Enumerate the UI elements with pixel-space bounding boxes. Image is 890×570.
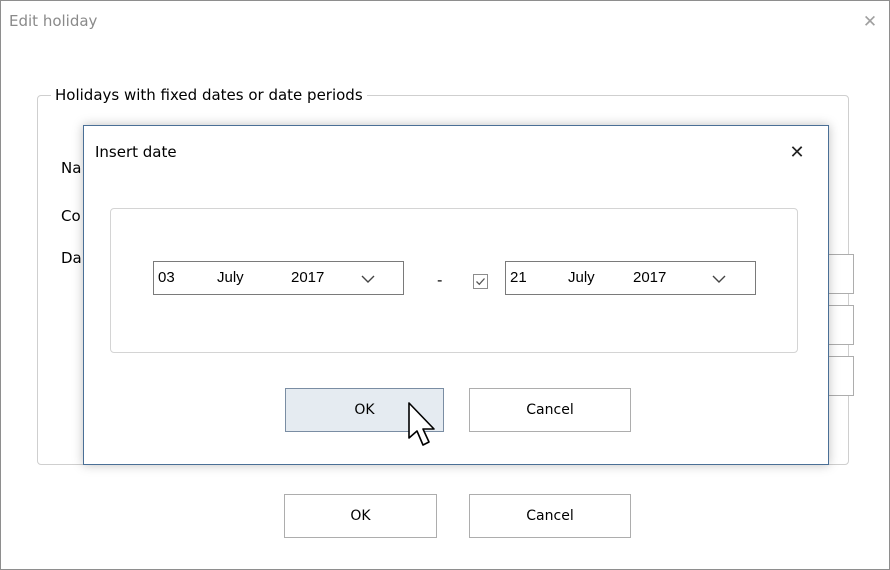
start-date-picker[interactable]: 03 July 2017: [153, 261, 404, 295]
end-day[interactable]: 21: [510, 269, 527, 286]
end-date-checkbox[interactable]: [473, 274, 488, 289]
checkmark-icon: [476, 278, 485, 286]
close-icon[interactable]: ✕: [784, 140, 810, 166]
ok-button[interactable]: OK: [284, 494, 437, 538]
dialog-title-bar: Insert date ✕: [84, 126, 828, 173]
date-list-row[interactable]: [827, 254, 854, 294]
insert-date-dialog: Insert date ✕ 03 July 2017 - 21 July 201…: [83, 125, 829, 465]
window-title: Edit holiday: [9, 12, 98, 30]
start-day[interactable]: 03: [158, 269, 175, 286]
close-icon[interactable]: ✕: [858, 10, 882, 34]
end-date-picker[interactable]: 21 July 2017: [505, 261, 756, 295]
cancel-button[interactable]: Cancel: [469, 388, 631, 432]
cancel-button[interactable]: Cancel: [469, 494, 631, 538]
chevron-down-icon[interactable]: [712, 274, 726, 284]
name-label: Na: [61, 159, 82, 177]
date-list-row[interactable]: [827, 305, 854, 345]
date-separator: -: [437, 271, 443, 289]
end-month[interactable]: July: [568, 269, 595, 286]
holidays-group-title: Holidays with fixed dates or date period…: [51, 86, 367, 104]
start-month[interactable]: July: [217, 269, 244, 286]
dialog-title: Insert date: [95, 143, 177, 161]
end-year[interactable]: 2017: [633, 269, 666, 286]
mouse-pointer-icon: [408, 402, 435, 446]
date-label: Da: [61, 249, 82, 267]
window-title-bar: Edit holiday ✕: [1, 1, 889, 43]
start-year[interactable]: 2017: [291, 269, 324, 286]
chevron-down-icon[interactable]: [361, 274, 375, 284]
date-list-row[interactable]: [827, 356, 854, 396]
country-label: Co: [61, 207, 81, 225]
